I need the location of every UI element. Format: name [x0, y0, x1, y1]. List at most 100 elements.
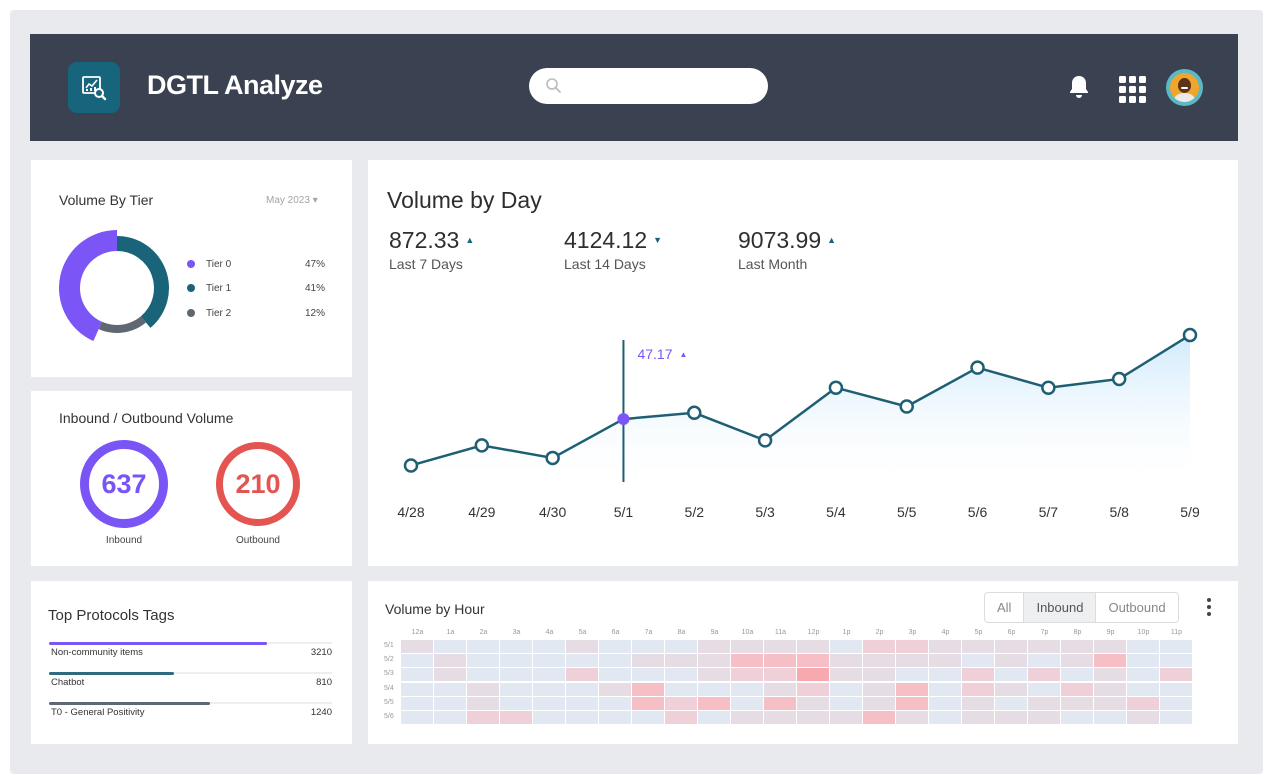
heatmap-cell[interactable]: [1127, 696, 1159, 710]
heatmap-cell[interactable]: [665, 668, 697, 682]
heatmap-cell[interactable]: [962, 696, 994, 710]
filter-inbound-button[interactable]: Inbound: [1024, 593, 1097, 622]
heatmap-cell[interactable]: [698, 696, 730, 710]
heatmap-cell[interactable]: [797, 696, 829, 710]
heatmap-cell[interactable]: [830, 682, 862, 696]
heatmap-cell[interactable]: [698, 682, 730, 696]
heatmap-cell[interactable]: [1160, 682, 1192, 696]
heatmap-cell[interactable]: [1028, 682, 1060, 696]
heatmap-cell[interactable]: [929, 711, 961, 724]
heatmap-cell[interactable]: [929, 696, 961, 710]
data-point[interactable]: [1111, 371, 1127, 387]
heatmap-cell[interactable]: [731, 696, 763, 710]
heatmap-cell[interactable]: [632, 711, 664, 724]
search-input[interactable]: [573, 76, 753, 92]
heatmap-cell[interactable]: [830, 711, 862, 724]
heatmap-cell[interactable]: [566, 654, 598, 668]
heatmap-cell[interactable]: [797, 668, 829, 682]
data-point[interactable]: [1182, 327, 1198, 343]
heatmap-cell[interactable]: [401, 640, 433, 653]
heatmap-cell[interactable]: [467, 682, 499, 696]
period-dropdown[interactable]: May 2023 ▾: [266, 195, 318, 206]
heatmap-cell[interactable]: [401, 711, 433, 724]
heatmap-cell[interactable]: [1061, 696, 1093, 710]
heatmap-cell[interactable]: [1061, 711, 1093, 724]
heatmap-cell[interactable]: [764, 696, 796, 710]
heatmap-cell[interactable]: [533, 654, 565, 668]
heatmap-cell[interactable]: [896, 711, 928, 724]
heatmap-cell[interactable]: [764, 668, 796, 682]
heatmap-cell[interactable]: [863, 668, 895, 682]
data-point[interactable]: [757, 433, 773, 448]
heatmap-cell[interactable]: [401, 654, 433, 668]
heatmap-cell[interactable]: [434, 654, 466, 668]
heatmap-cell[interactable]: [1127, 682, 1159, 696]
data-point[interactable]: [970, 360, 985, 375]
heatmap-cell[interactable]: [434, 668, 466, 682]
heatmap-cell[interactable]: [434, 640, 466, 653]
heatmap-cell[interactable]: [896, 682, 928, 696]
heatmap-cell[interactable]: [731, 654, 763, 668]
heatmap-cell[interactable]: [566, 696, 598, 710]
heatmap-cell[interactable]: [665, 640, 697, 653]
heatmap-cell[interactable]: [962, 654, 994, 668]
heatmap-cell[interactable]: [500, 654, 532, 668]
heatmap-cell[interactable]: [797, 640, 829, 653]
heatmap-cell[interactable]: [1094, 711, 1126, 724]
heatmap-cell[interactable]: [962, 668, 994, 682]
heatmap-cell[interactable]: [698, 711, 730, 724]
heatmap-cell[interactable]: [566, 640, 598, 653]
heatmap-cell[interactable]: [665, 711, 697, 724]
heatmap-cell[interactable]: [863, 682, 895, 696]
heatmap-cell[interactable]: [566, 682, 598, 696]
bell-icon[interactable]: [1068, 74, 1090, 100]
heatmap-cell[interactable]: [665, 682, 697, 696]
heatmap-cell[interactable]: [830, 668, 862, 682]
heatmap-cell[interactable]: [698, 640, 730, 653]
heatmap-cell[interactable]: [632, 654, 664, 668]
heatmap-cell[interactable]: [863, 654, 895, 668]
heatmap-cell[interactable]: [995, 654, 1027, 668]
heatmap-cell[interactable]: [434, 696, 466, 710]
heatmap-cell[interactable]: [533, 711, 565, 724]
heatmap-cell[interactable]: [731, 711, 763, 724]
heatmap-cell[interactable]: [863, 640, 895, 653]
heatmap-cell[interactable]: [1061, 682, 1093, 696]
heatmap-cell[interactable]: [962, 640, 994, 653]
heatmap-cell[interactable]: [1094, 696, 1126, 710]
heatmap-cell[interactable]: [962, 711, 994, 724]
heatmap-cell[interactable]: [467, 696, 499, 710]
heatmap-cell[interactable]: [1094, 654, 1126, 668]
heatmap-cell[interactable]: [1160, 640, 1192, 653]
data-point[interactable]: [1041, 380, 1056, 395]
data-point[interactable]: [474, 438, 490, 453]
heatmap-cell[interactable]: [830, 696, 862, 710]
heatmap-cell[interactable]: [764, 711, 796, 724]
donut-slice-tier-2[interactable]: [98, 316, 146, 333]
data-point[interactable]: [617, 413, 630, 426]
heatmap-cell[interactable]: [995, 668, 1027, 682]
heatmap-cell[interactable]: [896, 668, 928, 682]
filter-outbound-button[interactable]: Outbound: [1096, 593, 1177, 622]
data-point[interactable]: [545, 450, 560, 466]
heatmap-cell[interactable]: [863, 711, 895, 724]
heatmap-cell[interactable]: [401, 696, 433, 710]
heatmap-cell[interactable]: [434, 711, 466, 724]
heatmap-cell[interactable]: [1028, 711, 1060, 724]
heatmap-cell[interactable]: [599, 654, 631, 668]
heatmap-cell[interactable]: [797, 654, 829, 668]
heatmap-cell[interactable]: [929, 640, 961, 653]
heatmap-cell[interactable]: [632, 668, 664, 682]
heatmap-cell[interactable]: [731, 668, 763, 682]
heatmap-cell[interactable]: [764, 640, 796, 653]
heatmap-cell[interactable]: [632, 640, 664, 653]
heatmap-cell[interactable]: [1160, 696, 1192, 710]
heatmap-cell[interactable]: [500, 668, 532, 682]
heatmap-cell[interactable]: [731, 682, 763, 696]
heatmap-cell[interactable]: [665, 654, 697, 668]
heatmap-cell[interactable]: [698, 668, 730, 682]
heatmap-cell[interactable]: [731, 640, 763, 653]
heatmap-cell[interactable]: [533, 682, 565, 696]
donut-slice-tier-1[interactable]: [117, 236, 170, 328]
data-point[interactable]: [403, 458, 419, 473]
